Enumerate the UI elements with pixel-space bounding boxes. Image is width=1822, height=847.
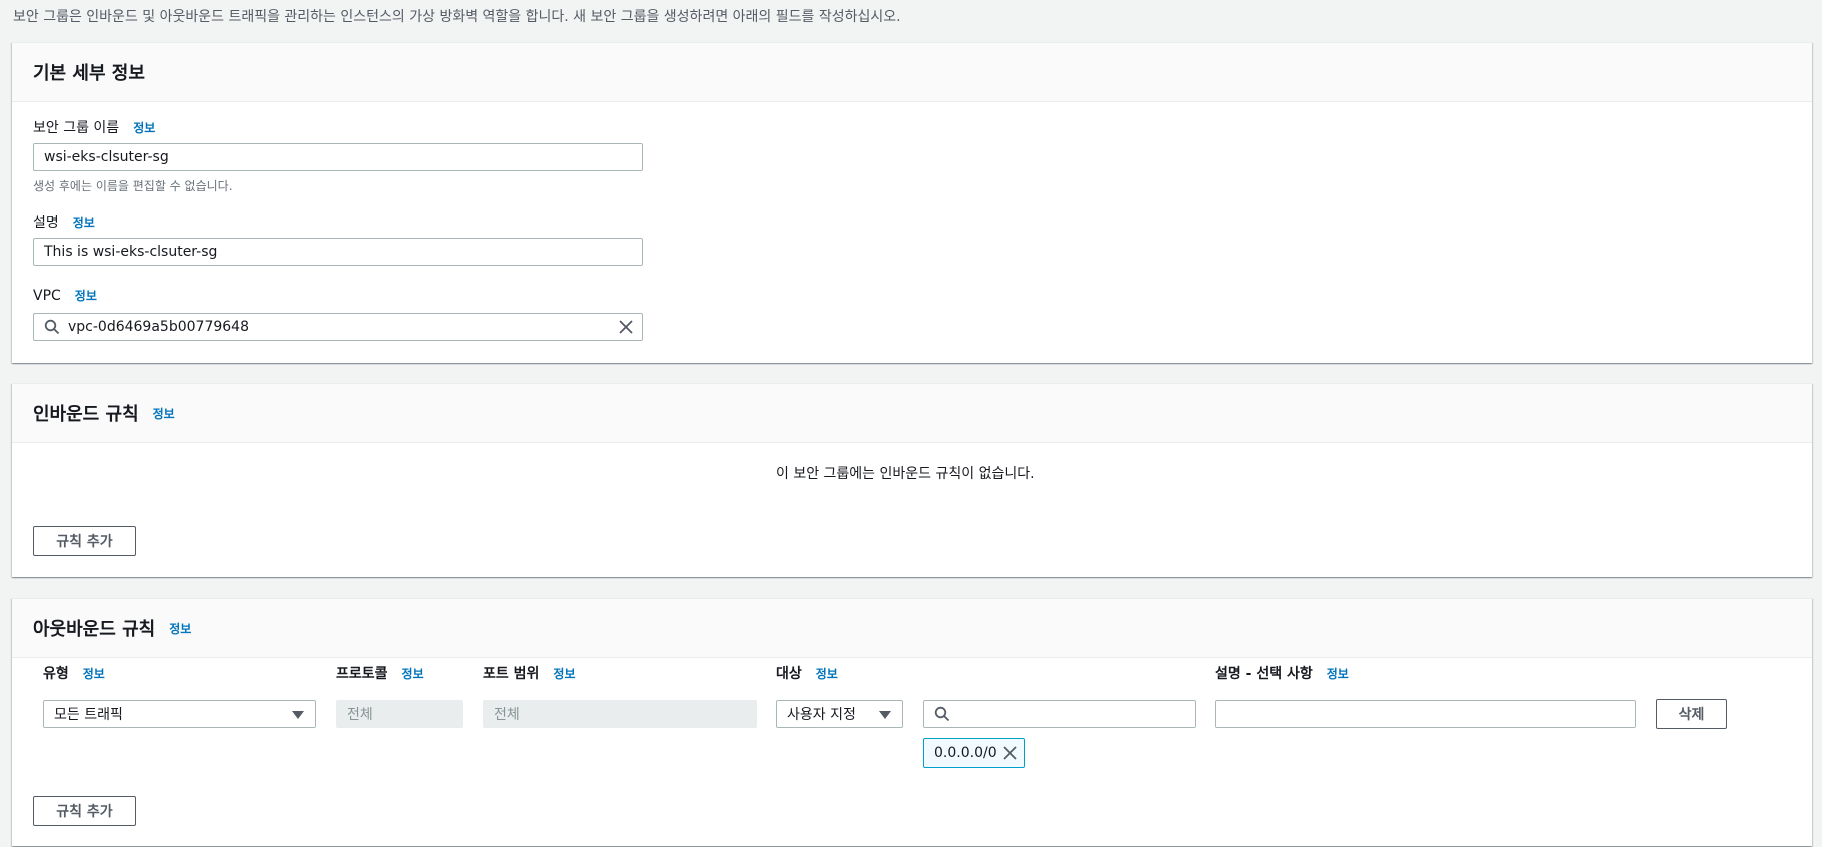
outbound-add-rule-button[interactable]: 규칙 추가 [33,796,136,826]
inbound-add-rule-button[interactable]: 규칙 추가 [33,526,136,556]
col-port-header: 포트 범위 정보 [483,663,576,683]
sg-name-label: 보안 그룹 이름 정보 [33,117,155,137]
rule-type-select[interactable]: 모든 트래픽 [43,700,316,728]
col-description-label: 설명 - 선택 사항 [1215,666,1313,682]
rule-port-field: 전체 [483,700,757,728]
sg-name-label-text: 보안 그룹 이름 [33,120,120,136]
sg-desc-input[interactable]: This is wsi-eks-clsuter-sg [33,238,643,266]
rule-destination-search-input[interactable] [923,700,1196,728]
col-type-label: 유형 [43,666,69,682]
inbound-rules-header: 인바운드 규칙 정보 [12,384,1812,443]
col-description-header: 설명 - 선택 사항 정보 [1215,663,1349,683]
inbound-add-rule-label: 규칙 추가 [56,534,113,550]
outbound-rules-panel: 아웃바운드 규칙 정보 유형 정보 프로토콜 정보 포트 범위 정보 대상 정보… [12,598,1812,846]
caret-down-icon [879,711,891,719]
sg-name-input[interactable]: wsi-eks-clsuter-sg [33,143,643,171]
inbound-rules-title: 인바운드 규칙 [33,404,139,425]
rule-delete-button[interactable]: 삭제 [1656,699,1727,729]
col-type-info-link[interactable]: 정보 [83,665,105,682]
rule-type-value: 모든 트래픽 [54,707,123,723]
search-icon [934,706,950,722]
col-type-header: 유형 정보 [43,663,105,683]
col-description-info-link[interactable]: 정보 [1327,665,1349,682]
sg-desc-info-link[interactable]: 정보 [73,214,95,231]
rule-protocol-value: 전체 [347,707,373,723]
col-port-info-link[interactable]: 정보 [553,665,575,682]
vpc-info-link[interactable]: 정보 [75,287,97,304]
sg-name-hint: 생성 후에는 이름을 편집할 수 없습니다. [33,179,233,193]
cidr-token: 0.0.0.0/0 [923,738,1025,768]
basic-details-panel: 기본 세부 정보 보안 그룹 이름 정보 wsi-eks-clsuter-sg … [12,42,1812,363]
col-protocol-label: 프로토콜 [336,666,388,682]
outbound-rules-title: 아웃바운드 규칙 [33,619,156,640]
vpc-select-input[interactable]: vpc-0d6469a5b00779648 [33,313,643,341]
col-protocol-header: 프로토콜 정보 [336,663,424,683]
vpc-label-text: VPC [33,287,61,304]
outbound-info-link[interactable]: 정보 [169,620,191,637]
col-protocol-info-link[interactable]: 정보 [402,665,424,682]
sg-desc-label: 설명 정보 [33,212,95,232]
clear-icon[interactable] [619,320,633,334]
col-destination-label: 대상 [776,666,802,682]
outbound-rules-header: 아웃바운드 규칙 정보 [12,599,1812,658]
search-icon [44,319,60,335]
sg-desc-value: This is wsi-eks-clsuter-sg [44,244,218,260]
inbound-empty-message: 이 보안 그룹에는 인바운드 규칙이 없습니다. [776,466,1035,482]
rule-destination-type-select[interactable]: 사용자 지정 [776,700,903,728]
col-port-label: 포트 범위 [483,666,540,682]
vpc-label: VPC 정보 [33,287,97,304]
page-intro: 보안 그룹은 인바운드 및 아웃바운드 트래픽을 관리하는 인스턴스의 가상 방… [13,9,901,25]
rule-delete-label: 삭제 [1678,707,1705,723]
rule-port-value: 전체 [494,707,520,723]
sg-desc-label-text: 설명 [33,215,59,231]
basic-details-title: 기본 세부 정보 [33,63,145,84]
outbound-add-rule-label: 규칙 추가 [56,804,113,820]
vpc-value: vpc-0d6469a5b00779648 [68,319,249,335]
close-icon[interactable] [1003,746,1017,760]
caret-down-icon [292,711,304,719]
rule-description-input[interactable] [1215,700,1636,728]
col-destination-info-link[interactable]: 정보 [816,665,838,682]
rule-destination-type-value: 사용자 지정 [787,707,856,723]
inbound-rules-panel: 인바운드 규칙 정보 이 보안 그룹에는 인바운드 규칙이 없습니다. 규칙 추… [12,383,1812,577]
inbound-info-link[interactable]: 정보 [153,405,175,422]
rule-protocol-field: 전체 [336,700,463,728]
sg-name-value: wsi-eks-clsuter-sg [44,149,169,165]
sg-name-info-link[interactable]: 정보 [133,119,155,136]
col-destination-header: 대상 정보 [776,663,838,683]
cidr-token-value: 0.0.0.0/0 [934,745,997,761]
basic-details-header: 기본 세부 정보 [12,43,1812,102]
